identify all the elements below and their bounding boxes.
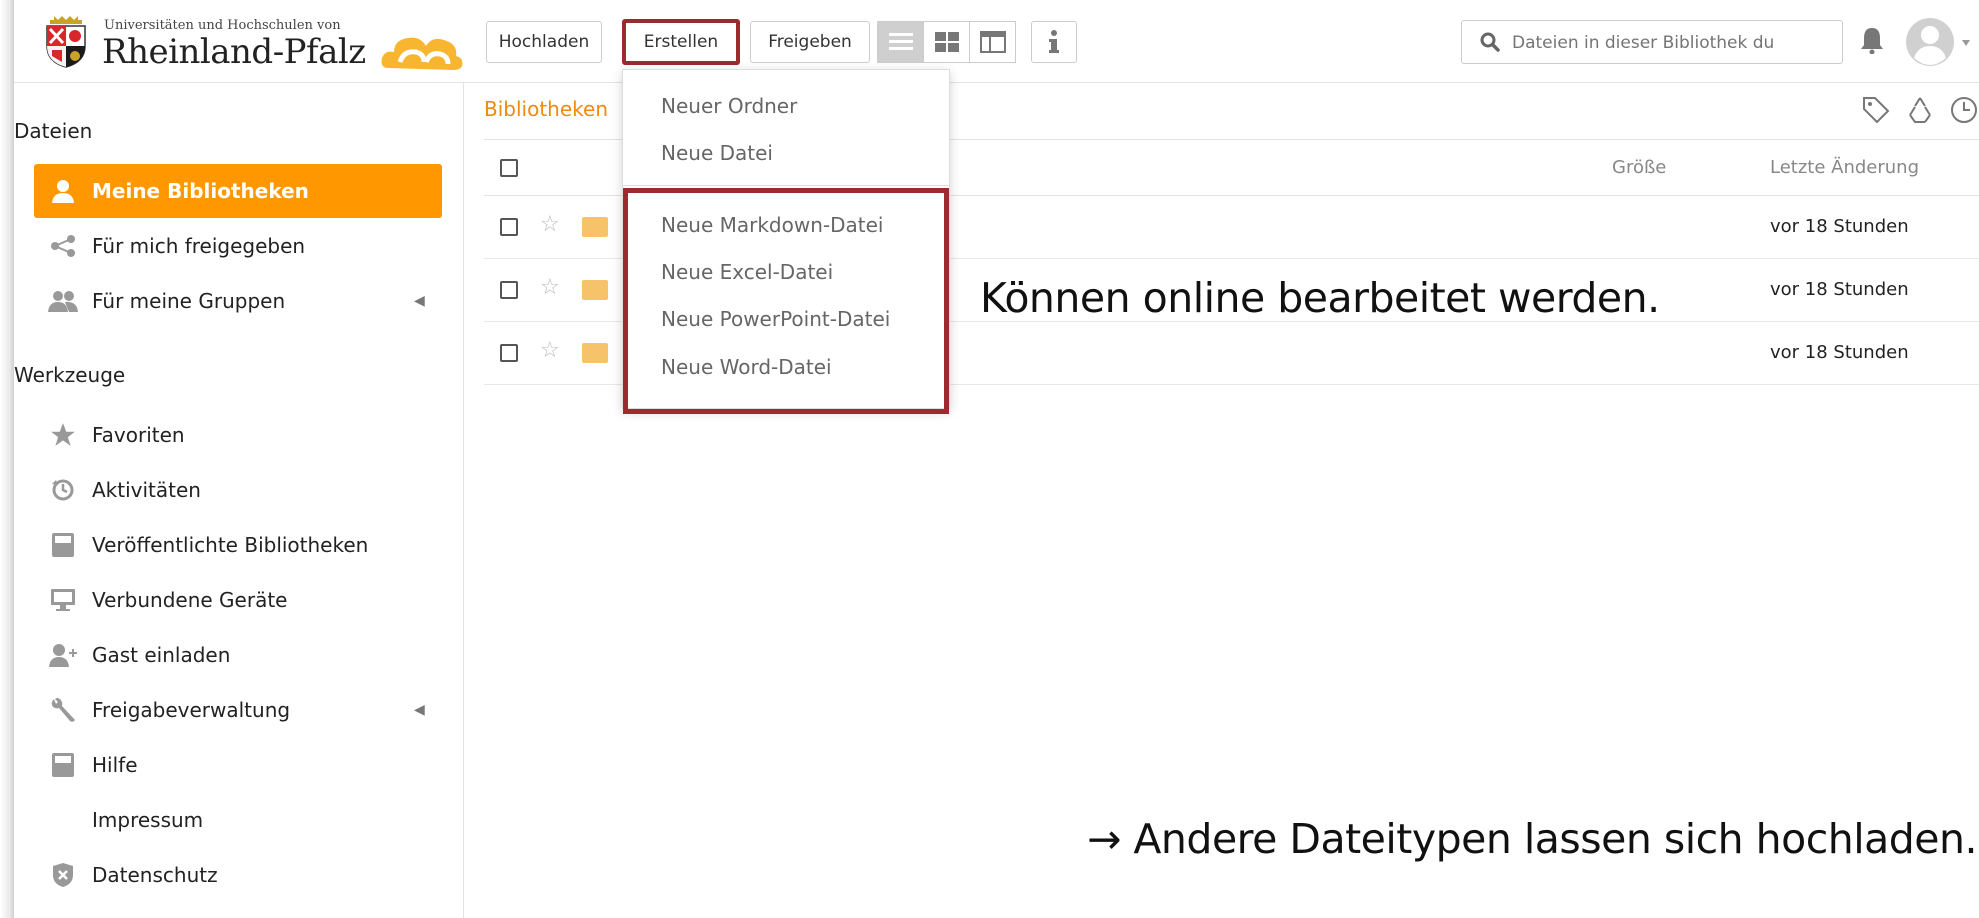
- group-icon: [34, 290, 92, 312]
- row-checkbox[interactable]: [500, 344, 518, 362]
- folder-icon: [582, 217, 608, 237]
- create-button[interactable]: Erstellen: [622, 19, 740, 65]
- row-modified: vor 18 Stunden: [1770, 279, 1909, 300]
- sidebar-item-label: Meine Bibliotheken: [92, 179, 309, 203]
- row-checkbox[interactable]: [500, 218, 518, 236]
- monitor-icon: [34, 588, 92, 612]
- detail-view-icon: [979, 31, 1006, 53]
- bell-icon[interactable]: [1860, 26, 1884, 54]
- sidebar-item-privacy[interactable]: Datenschutz: [34, 848, 442, 902]
- sidebar-item-activities[interactable]: Aktivitäten: [34, 463, 442, 517]
- menu-item-new-file[interactable]: Neue Datei: [661, 141, 773, 165]
- coat-of-arms-icon: [46, 16, 86, 68]
- sidebar-item-connected-devices[interactable]: Verbundene Geräte: [34, 573, 442, 627]
- sidebar-item-label: Datenschutz: [92, 863, 218, 887]
- sidebar-item-share-admin[interactable]: Freigabeverwaltung ◀: [34, 683, 442, 737]
- sidebar-item-my-libraries[interactable]: Meine Bibliotheken: [34, 164, 442, 218]
- sidebar-item-label: Aktivitäten: [92, 478, 201, 502]
- menu-item-new-word[interactable]: Neue Word-Datei: [661, 355, 832, 379]
- row-checkbox[interactable]: [500, 281, 518, 299]
- menu-item-new-markdown[interactable]: Neue Markdown-Datei: [661, 213, 883, 237]
- sidebar: Dateien Meine Bibliotheken Für mich frei…: [14, 83, 464, 918]
- sidebar-item-label: Hilfe: [92, 753, 138, 777]
- clock-icon[interactable]: [1949, 95, 1979, 125]
- folder-icon: [582, 343, 608, 363]
- sidebar-item-label: Veröffentlichte Bibliotheken: [92, 533, 369, 557]
- brand-line-1: Universitäten und Hochschulen von: [104, 18, 341, 33]
- grid-view-icon: [934, 32, 959, 52]
- upload-button[interactable]: Hochladen: [486, 21, 602, 63]
- sidebar-item-invite-guest[interactable]: Gast einladen: [34, 628, 442, 682]
- sidebar-item-help[interactable]: Hilfe: [34, 738, 442, 792]
- sidebar-item-label: Für mich freigegeben: [92, 234, 306, 258]
- user-icon: [34, 179, 92, 203]
- sidebar-item-favorites[interactable]: Favoriten: [34, 408, 442, 462]
- cloud-logo-icon: [381, 37, 463, 70]
- create-dropdown-menu: Neuer Ordner Neue Datei Neue Markdown-Da…: [622, 69, 950, 414]
- annotation-other-types: → Andere Dateitypen lassen sich hochlade…: [1087, 815, 1978, 863]
- wrench-icon: [34, 697, 92, 723]
- list-view-button[interactable]: [877, 21, 924, 63]
- book-icon: [34, 532, 92, 558]
- menu-item-new-powerpoint[interactable]: Neue PowerPoint-Datei: [661, 307, 890, 331]
- star-icon[interactable]: ☆: [540, 338, 560, 363]
- share-button[interactable]: Freigeben: [750, 21, 870, 63]
- list-view-icon: [888, 33, 913, 50]
- section-title-files: Dateien: [14, 119, 93, 143]
- sidebar-item-label: Für meine Gruppen: [92, 289, 286, 313]
- row-modified: vor 18 Stunden: [1770, 216, 1909, 237]
- sidebar-item-label: Impressum: [92, 808, 204, 832]
- star-icon[interactable]: ☆: [540, 212, 560, 237]
- search-box: [1461, 20, 1843, 64]
- view-mode-group: [877, 21, 1016, 63]
- row-modified: vor 18 Stunden: [1770, 342, 1909, 363]
- grid-view-button[interactable]: [923, 21, 970, 63]
- search-input[interactable]: [1510, 29, 1834, 57]
- path-toolbar: [1861, 95, 1979, 125]
- annotation-online-edit: Können online bearbeitet werden.: [980, 274, 1660, 322]
- detail-view-button[interactable]: [969, 21, 1016, 63]
- sidebar-item-label: Favoriten: [92, 423, 185, 447]
- section-title-tools: Werkzeuge: [14, 363, 126, 387]
- brand-line-2: Rheinland-Pfalz: [102, 32, 366, 72]
- menu-item-new-folder[interactable]: Neuer Ordner: [661, 94, 797, 118]
- breadcrumb[interactable]: Bibliotheken: [484, 97, 608, 121]
- sidebar-item-label: Verbundene Geräte: [92, 588, 288, 612]
- user-avatar-icon[interactable]: [1904, 16, 1976, 68]
- tag-icon[interactable]: [1861, 95, 1891, 125]
- search-icon: [1480, 32, 1500, 52]
- info-button[interactable]: [1031, 21, 1077, 63]
- app-window: Universitäten und Hochschulen von Rheinl…: [14, 0, 1979, 918]
- menu-item-new-excel[interactable]: Neue Excel-Datei: [661, 260, 833, 284]
- collapse-caret-icon[interactable]: ◀: [414, 702, 442, 718]
- star-icon: [34, 422, 92, 448]
- sidebar-item-label: Gast einladen: [92, 643, 231, 667]
- column-header-modified[interactable]: Letzte Änderung: [1770, 157, 1919, 178]
- top-header: Universitäten und Hochschulen von Rheinl…: [14, 0, 1979, 83]
- sidebar-item-my-groups[interactable]: Für meine Gruppen ◀: [34, 274, 442, 328]
- column-header-size[interactable]: Größe: [1612, 157, 1666, 178]
- folder-icon: [582, 280, 608, 300]
- star-icon[interactable]: ☆: [540, 275, 560, 300]
- sidebar-item-shared-with-me[interactable]: Für mich freigegeben: [34, 219, 442, 273]
- recycle-icon[interactable]: [1905, 95, 1935, 125]
- history-icon: [34, 478, 92, 502]
- window-edge-shadow: [0, 0, 14, 918]
- menu-divider: [623, 185, 949, 186]
- book-icon: [34, 752, 92, 778]
- sidebar-item-imprint[interactable]: Impressum: [34, 793, 442, 847]
- sidebar-item-published-libraries[interactable]: Veröffentlichte Bibliotheken: [34, 518, 442, 572]
- info-icon: [1049, 30, 1059, 53]
- sidebar-item-label: Freigabeverwaltung: [92, 698, 291, 722]
- select-all-checkbox[interactable]: [500, 159, 518, 177]
- brand-logo[interactable]: Universitäten und Hochschulen von Rheinl…: [44, 12, 464, 74]
- shield-icon: [34, 862, 92, 888]
- collapse-caret-icon[interactable]: ◀: [414, 293, 442, 309]
- user-plus-icon: [34, 643, 92, 667]
- share-icon: [34, 235, 92, 257]
